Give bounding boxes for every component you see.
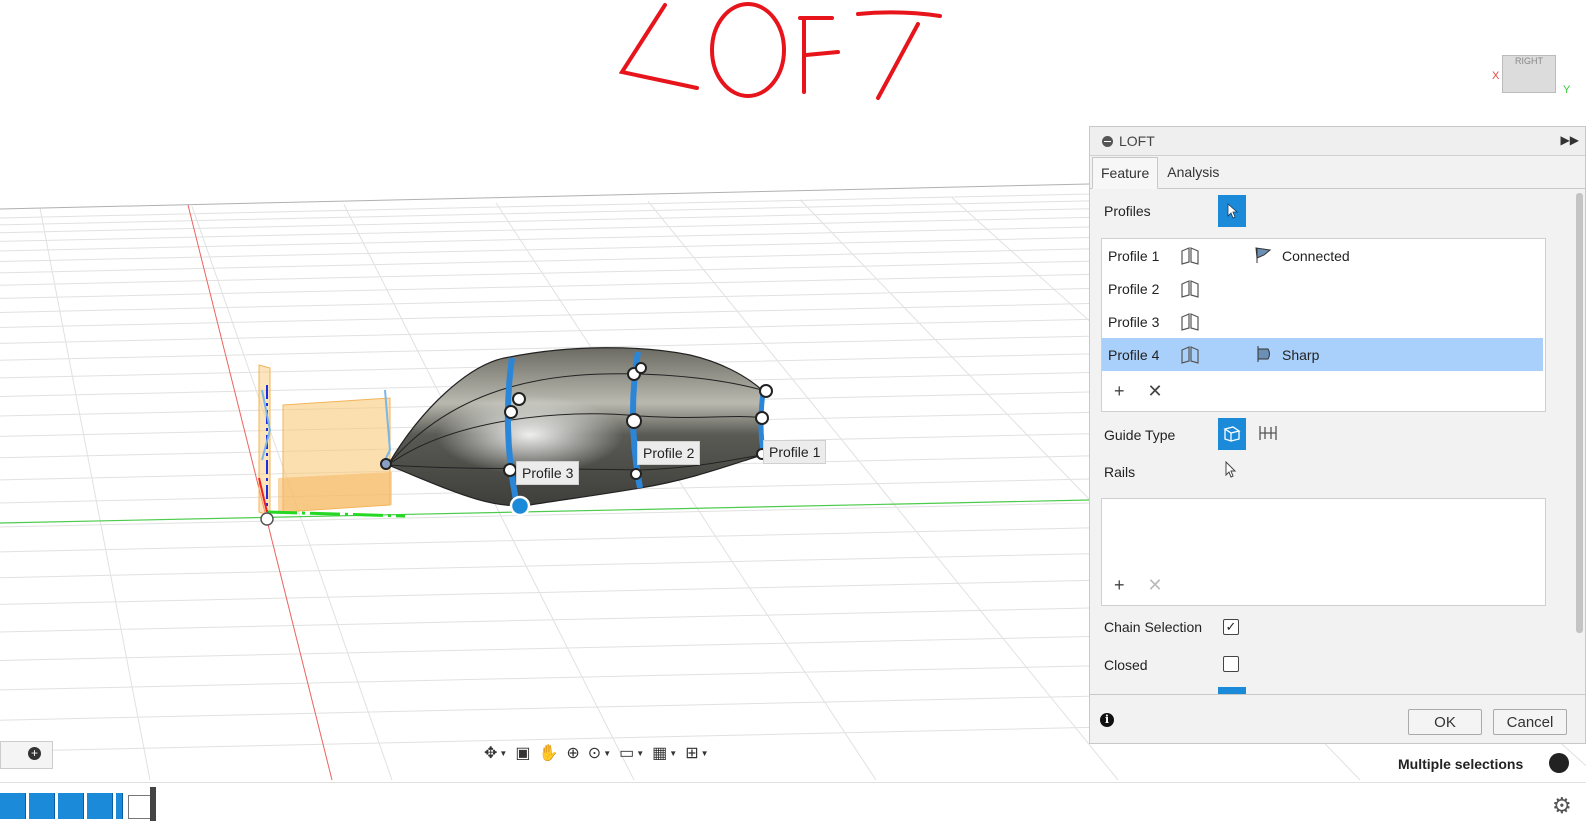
tab-analysis[interactable]: Analysis xyxy=(1158,156,1228,188)
list-item[interactable]: Profile 2 xyxy=(1102,272,1543,305)
ok-button[interactable]: OK xyxy=(1408,709,1482,735)
panel-title: LOFT xyxy=(1119,133,1155,149)
profile-3-label: Profile 3 xyxy=(516,461,580,485)
rails-list-actions: + ✕ xyxy=(1114,575,1181,596)
add-profile-button[interactable]: + xyxy=(1114,381,1125,401)
origin-point xyxy=(260,512,274,526)
navigation-toolbar: ✥ ▼ ▣ ✋ ⊕ ⊙ ▼ ▭ ▼ ▦ ▼ ⊞ ▼ xyxy=(484,740,709,766)
y-axis-line xyxy=(0,499,1090,524)
timeline-sketch-4[interactable] xyxy=(87,793,113,819)
cancel-button[interactable]: Cancel xyxy=(1493,709,1567,735)
selection-filter-icon[interactable] xyxy=(1549,753,1569,773)
orbit-icon[interactable]: ✥ ▼ xyxy=(484,743,507,763)
panel-tabs: Feature Analysis xyxy=(1090,156,1585,189)
loft-annotation xyxy=(618,2,942,100)
centerline-icon xyxy=(1259,426,1277,440)
fit-icon[interactable]: ⊙ ▼ xyxy=(588,743,611,763)
selection-status: Multiple selections xyxy=(1398,756,1524,772)
sharp-icon[interactable] xyxy=(1254,345,1274,363)
comments-tab[interactable]: + xyxy=(0,741,53,769)
list-item[interactable]: Profile 1 Connected xyxy=(1102,239,1543,272)
rails-icon xyxy=(1223,426,1241,442)
rails-label: Rails xyxy=(1104,464,1136,480)
connected-icon[interactable] xyxy=(1254,246,1274,264)
profile-icon[interactable] xyxy=(1180,247,1200,265)
view-cube[interactable]: RIGHT xyxy=(1502,55,1556,93)
profile-condition[interactable]: Sharp xyxy=(1282,347,1319,363)
panel-footer: i OK Cancel xyxy=(1090,694,1585,743)
add-rail-button[interactable]: + xyxy=(1114,575,1125,595)
panel-header[interactable]: LOFT ▶▶ xyxy=(1090,127,1585,156)
collapse-icon[interactable] xyxy=(1102,135,1113,147)
profile-4-point[interactable] xyxy=(509,495,531,517)
closed-checkbox[interactable] xyxy=(1223,656,1239,672)
chain-selection-label: Chain Selection xyxy=(1104,619,1203,635)
guide-type-centerline-button[interactable] xyxy=(1257,423,1279,446)
profile-icon[interactable] xyxy=(1180,346,1200,364)
guide-type-rails-button[interactable] xyxy=(1218,418,1246,450)
list-item-selected[interactable]: Profile 4 Sharp xyxy=(1102,338,1543,371)
look-at-icon[interactable]: ▣ xyxy=(515,743,530,763)
rails-select-button[interactable] xyxy=(1223,460,1237,482)
timeline: ⚙ xyxy=(0,782,1586,825)
timeline-marker[interactable] xyxy=(150,787,156,821)
profiles-select-button[interactable] xyxy=(1218,195,1246,227)
timeline-sketch-5[interactable] xyxy=(116,793,123,819)
profile-list-actions: + ✕ xyxy=(1114,381,1181,402)
timeline-sketch-3[interactable] xyxy=(58,793,84,819)
timeline-sketch-2[interactable] xyxy=(29,793,55,819)
guide-type-label: Guide Type xyxy=(1104,427,1176,443)
loft-panel: LOFT ▶▶ Feature Analysis Profiles Profil… xyxy=(1089,126,1586,744)
gear-icon[interactable]: ⚙ xyxy=(1552,793,1572,819)
profile-1-label: Profile 1 xyxy=(763,440,827,464)
profile-name: Profile 2 xyxy=(1108,280,1160,297)
info-icon[interactable]: i xyxy=(1100,713,1114,727)
grid-edge xyxy=(0,183,1090,210)
pan-icon[interactable]: ✋ xyxy=(538,743,558,763)
tab-feature[interactable]: Feature xyxy=(1092,157,1159,189)
cursor-icon xyxy=(1227,203,1239,219)
profile-name: Profile 4 xyxy=(1108,346,1160,363)
axis-y-label: Y xyxy=(1563,84,1571,96)
viewports-icon[interactable]: ⊞ ▼ xyxy=(685,743,708,763)
add-comment-icon[interactable]: + xyxy=(28,747,41,760)
profile-name: Profile 1 xyxy=(1108,247,1160,264)
timeline-loft-icon[interactable] xyxy=(128,795,152,819)
remove-rail-button[interactable]: ✕ xyxy=(1148,575,1163,595)
profile-2-label: Profile 2 xyxy=(637,441,701,465)
profile-icon[interactable] xyxy=(1180,313,1200,331)
profile-icon[interactable] xyxy=(1180,280,1200,298)
zoom-icon[interactable]: ⊕ xyxy=(566,743,579,763)
cursor-icon xyxy=(1225,460,1237,478)
profile-condition[interactable]: Connected xyxy=(1282,248,1350,264)
profile-name: Profile 3 xyxy=(1108,313,1160,330)
view-cube-label: RIGHT xyxy=(1515,56,1543,66)
remove-profile-button[interactable]: ✕ xyxy=(1148,381,1163,401)
profiles-label: Profiles xyxy=(1104,203,1151,219)
closed-label: Closed xyxy=(1104,657,1148,673)
list-item[interactable]: Profile 3 xyxy=(1102,305,1543,338)
chain-selection-checkbox[interactable]: ✓ xyxy=(1223,619,1239,635)
timeline-sketch-1[interactable] xyxy=(0,793,26,819)
profile-list: Profile 1 Connected Profile 2 Profile 3 … xyxy=(1101,238,1546,412)
display-settings-icon[interactable]: ▭ ▼ xyxy=(619,743,644,763)
rails-list: + ✕ xyxy=(1101,498,1546,606)
grid-settings-icon[interactable]: ▦ ▼ xyxy=(652,743,677,763)
panel-scrollbar[interactable] xyxy=(1576,193,1583,633)
expand-panel-icon[interactable]: ▶▶ xyxy=(1561,133,1579,147)
axis-x-label: X xyxy=(1492,70,1500,82)
